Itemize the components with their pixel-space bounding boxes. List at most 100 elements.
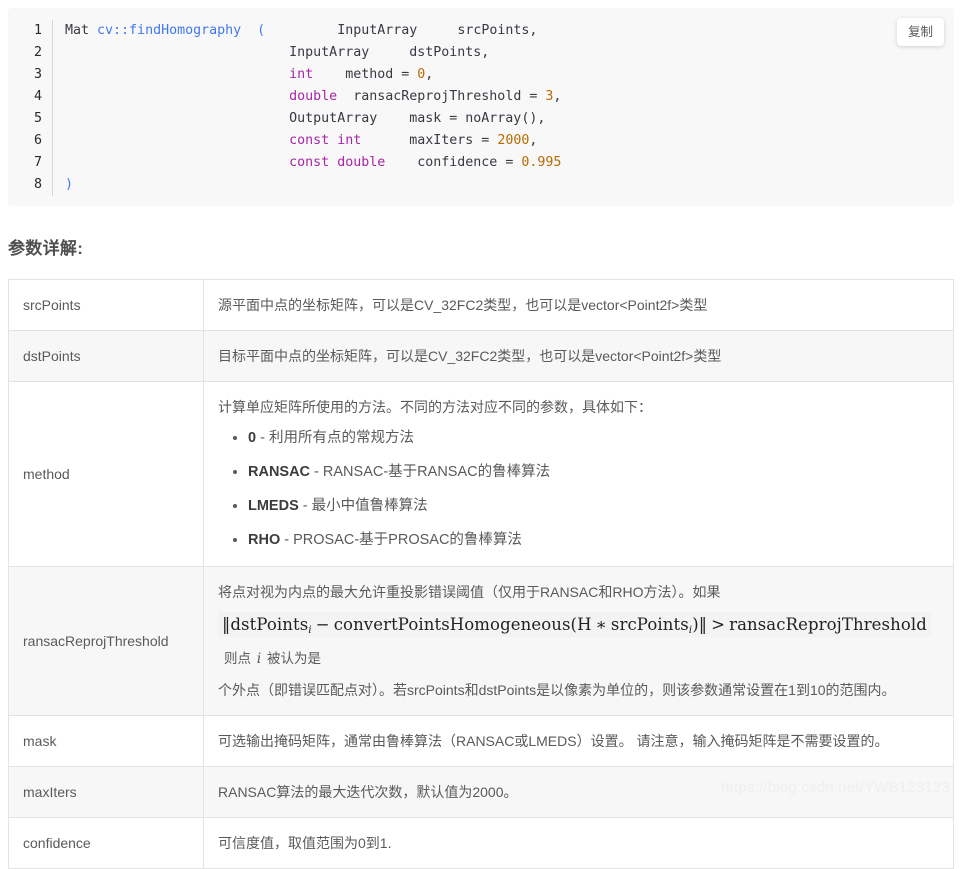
parameter-description-cell: 计算单应矩阵所使用的方法。不同的方法对应不同的参数，具体如下： 0 - 利用所有点… <box>203 381 954 567</box>
parameter-description-cell: 可信度值，取值范围为0到1. <box>203 816 954 869</box>
code-line-number: 5 <box>33 111 42 126</box>
option-key: 0 <box>248 430 257 446</box>
code-token: ) <box>65 177 74 192</box>
description-text: 计算单应矩阵所使用的方法。不同的方法对应不同的参数，具体如下： <box>218 399 652 415</box>
code-token: InputArray <box>289 45 370 60</box>
code-token: maxIters = <box>361 133 498 148</box>
code-line: const int maxIters = 2000, <box>65 130 954 152</box>
code-line: InputArray dstPoints, <box>65 42 954 64</box>
table-row: maxIters RANSAC算法的最大迭代次数，默认值为2000。 <box>8 765 954 818</box>
code-token: , <box>425 67 434 82</box>
option-text: - 利用所有点的常规方法 <box>256 430 414 446</box>
parameter-name-cell: maxIters <box>8 765 204 818</box>
table-row: confidence 可信度值，取值范围为0到1. <box>8 816 954 869</box>
parameter-description-cell: RANSAC算法的最大迭代次数，默认值为2000。 <box>203 765 954 818</box>
math-formula: ‖dstPointsi − convertPointsHomogeneous(H ∗ s… <box>218 612 931 637</box>
list-item: 0 - 利用所有点的常规方法 <box>248 428 939 448</box>
parameter-name-cell: confidence <box>8 816 204 869</box>
code-token: method = <box>313 67 418 82</box>
code-token: InputArray <box>337 23 418 38</box>
description-text-before: 将点对视为内点的最大允许重投影错误阈值（仅用于RANSAC和RHO方法）。如果 <box>218 584 721 600</box>
table-row: srcPoints 源平面中点的坐标矩阵，可以是CV_32FC2类型，也可以是ve… <box>8 279 954 331</box>
parameter-name-cell: method <box>8 381 204 567</box>
code-line-number: 7 <box>33 155 42 170</box>
option-text: - 最小中值鲁棒算法 <box>298 498 428 514</box>
code-source: Mat cv::findHomography ( InputArray srcP… <box>53 20 954 196</box>
parameter-name-cell: mask <box>8 714 204 767</box>
code-token: cv::findHomography <box>97 23 242 38</box>
parameter-description-cell: 源平面中点的坐标矩阵，可以是CV_32FC2类型，也可以是vector<Poin… <box>203 279 954 331</box>
code-token: 2000 <box>497 133 530 148</box>
description-text-after: 个外点（即错误匹配点对）。若srcPoints和dstPoints是以像素为单位… <box>218 681 896 698</box>
formula-row: ‖dstPointsi − convertPointsHomogeneous(H ∗ s… <box>218 611 939 673</box>
code-token: const double <box>289 155 386 170</box>
method-option-list: 0 - 利用所有点的常规方法 RANSAC - RANSAC-基于RANSAC的鲁… <box>218 428 939 550</box>
code-line: OutputArray mask = noArray(), <box>65 108 954 130</box>
option-key: LMEDS <box>248 498 299 514</box>
description-text: 源平面中点的坐标矩阵，可以是CV_32FC2类型，也可以是vector<Poin… <box>218 297 708 313</box>
table-row: method 计算单应矩阵所使用的方法。不同的方法对应不同的参数，具体如下： 0 -… <box>8 381 954 567</box>
parameter-description-cell: 可选输出掩码矩阵，通常由鲁棒算法（RANSAC或LMEDS）设置。 请注意，输入… <box>203 714 954 767</box>
description-text: 目标平面中点的坐标矩阵，可以是CV_32FC2类型，也可以是vector<Poi… <box>218 348 722 364</box>
code-token: ransacReprojThreshold = <box>337 89 546 104</box>
table-row: mask 可选输出掩码矩阵，通常由鲁棒算法（RANSAC或LMEDS）设置。 请注… <box>8 714 954 767</box>
table-row: ransacReprojThreshold 将点对视为内点的最大允许重投影错误阈值… <box>8 566 954 716</box>
code-line-number: 6 <box>33 133 42 148</box>
code-line: double ransacReprojThreshold = 3, <box>65 86 954 108</box>
code-line-number: 8 <box>33 177 42 192</box>
code-token: const int <box>289 133 362 148</box>
code-token: , <box>553 89 562 104</box>
code-content: 12345678 Mat cv::findHomography ( InputA… <box>8 8 954 206</box>
code-block: 复制 12345678 Mat cv::findHomography ( Inp… <box>8 8 954 206</box>
option-key: RHO <box>248 532 281 548</box>
code-token: srcPoints, <box>457 23 538 38</box>
list-item: RHO - PROSAC-基于PROSAC的鲁棒算法 <box>248 530 939 550</box>
copy-code-button[interactable]: 复制 <box>896 18 944 46</box>
code-token: confidence = <box>385 155 522 170</box>
code-token: dstPoints, <box>409 45 490 60</box>
parameter-name-cell: ransacReprojThreshold <box>8 566 204 716</box>
code-line: Mat cv::findHomography ( InputArray srcP… <box>65 20 954 42</box>
table-row: dstPoints 目标平面中点的坐标矩阵，可以是CV_32FC2类型，也可以是v… <box>8 330 954 382</box>
code-line-number: 3 <box>33 67 42 82</box>
page-title: 参数详解: <box>8 239 84 258</box>
list-item: RANSAC - RANSAC-基于RANSAC的鲁棒算法 <box>248 462 939 482</box>
list-item: LMEDS - 最小中值鲁棒算法 <box>248 496 939 516</box>
code-token: OutputArray <box>289 111 378 126</box>
parameter-description-cell: 目标平面中点的坐标矩阵，可以是CV_32FC2类型，也可以是vector<Poi… <box>203 330 954 382</box>
code-token: int <box>289 67 314 82</box>
parameter-name-cell: dstPoints <box>8 330 204 382</box>
description-text: 可信度值，取值范围为0到1. <box>218 834 392 851</box>
parameter-table-body: srcPoints 源平面中点的坐标矩阵，可以是CV_32FC2类型，也可以是ve… <box>8 279 954 869</box>
code-line-number: 4 <box>33 89 42 104</box>
description-text: RANSAC算法的最大迭代次数，默认值为2000。 <box>218 783 518 800</box>
code-line-numbers: 1 2 3 4 5 6 7 8 <box>8 20 53 196</box>
code-line-number: 2 <box>33 45 42 60</box>
code-line-number: 1 <box>33 23 42 38</box>
code-token: , <box>529 133 538 148</box>
description-text: 可选输出掩码矩阵，通常由鲁棒算法（RANSAC或LMEDS）设置。 请注意，输入… <box>218 732 889 749</box>
code-token: ( <box>257 23 266 38</box>
formula-trailing-text: 则点 i 被认为是 <box>224 650 322 667</box>
code-line: const double confidence = 0.995 <box>65 152 954 174</box>
parameter-description-cell: 将点对视为内点的最大允许重投影错误阈值（仅用于RANSAC和RHO方法）。如果 ‖… <box>203 566 954 716</box>
parameter-name-cell: srcPoints <box>8 279 204 331</box>
option-text: - PROSAC-基于PROSAC的鲁棒算法 <box>280 532 522 548</box>
code-token: Mat <box>65 23 98 38</box>
parameter-table: srcPoints 源平面中点的坐标矩阵，可以是CV_32FC2类型，也可以是ve… <box>8 279 954 869</box>
option-key: RANSAC <box>248 464 311 480</box>
code-line: ) <box>65 174 954 196</box>
code-line: int method = 0, <box>65 64 954 86</box>
option-text: - RANSAC-基于RANSAC的鲁棒算法 <box>310 464 551 480</box>
code-token: 0.995 <box>521 155 562 170</box>
